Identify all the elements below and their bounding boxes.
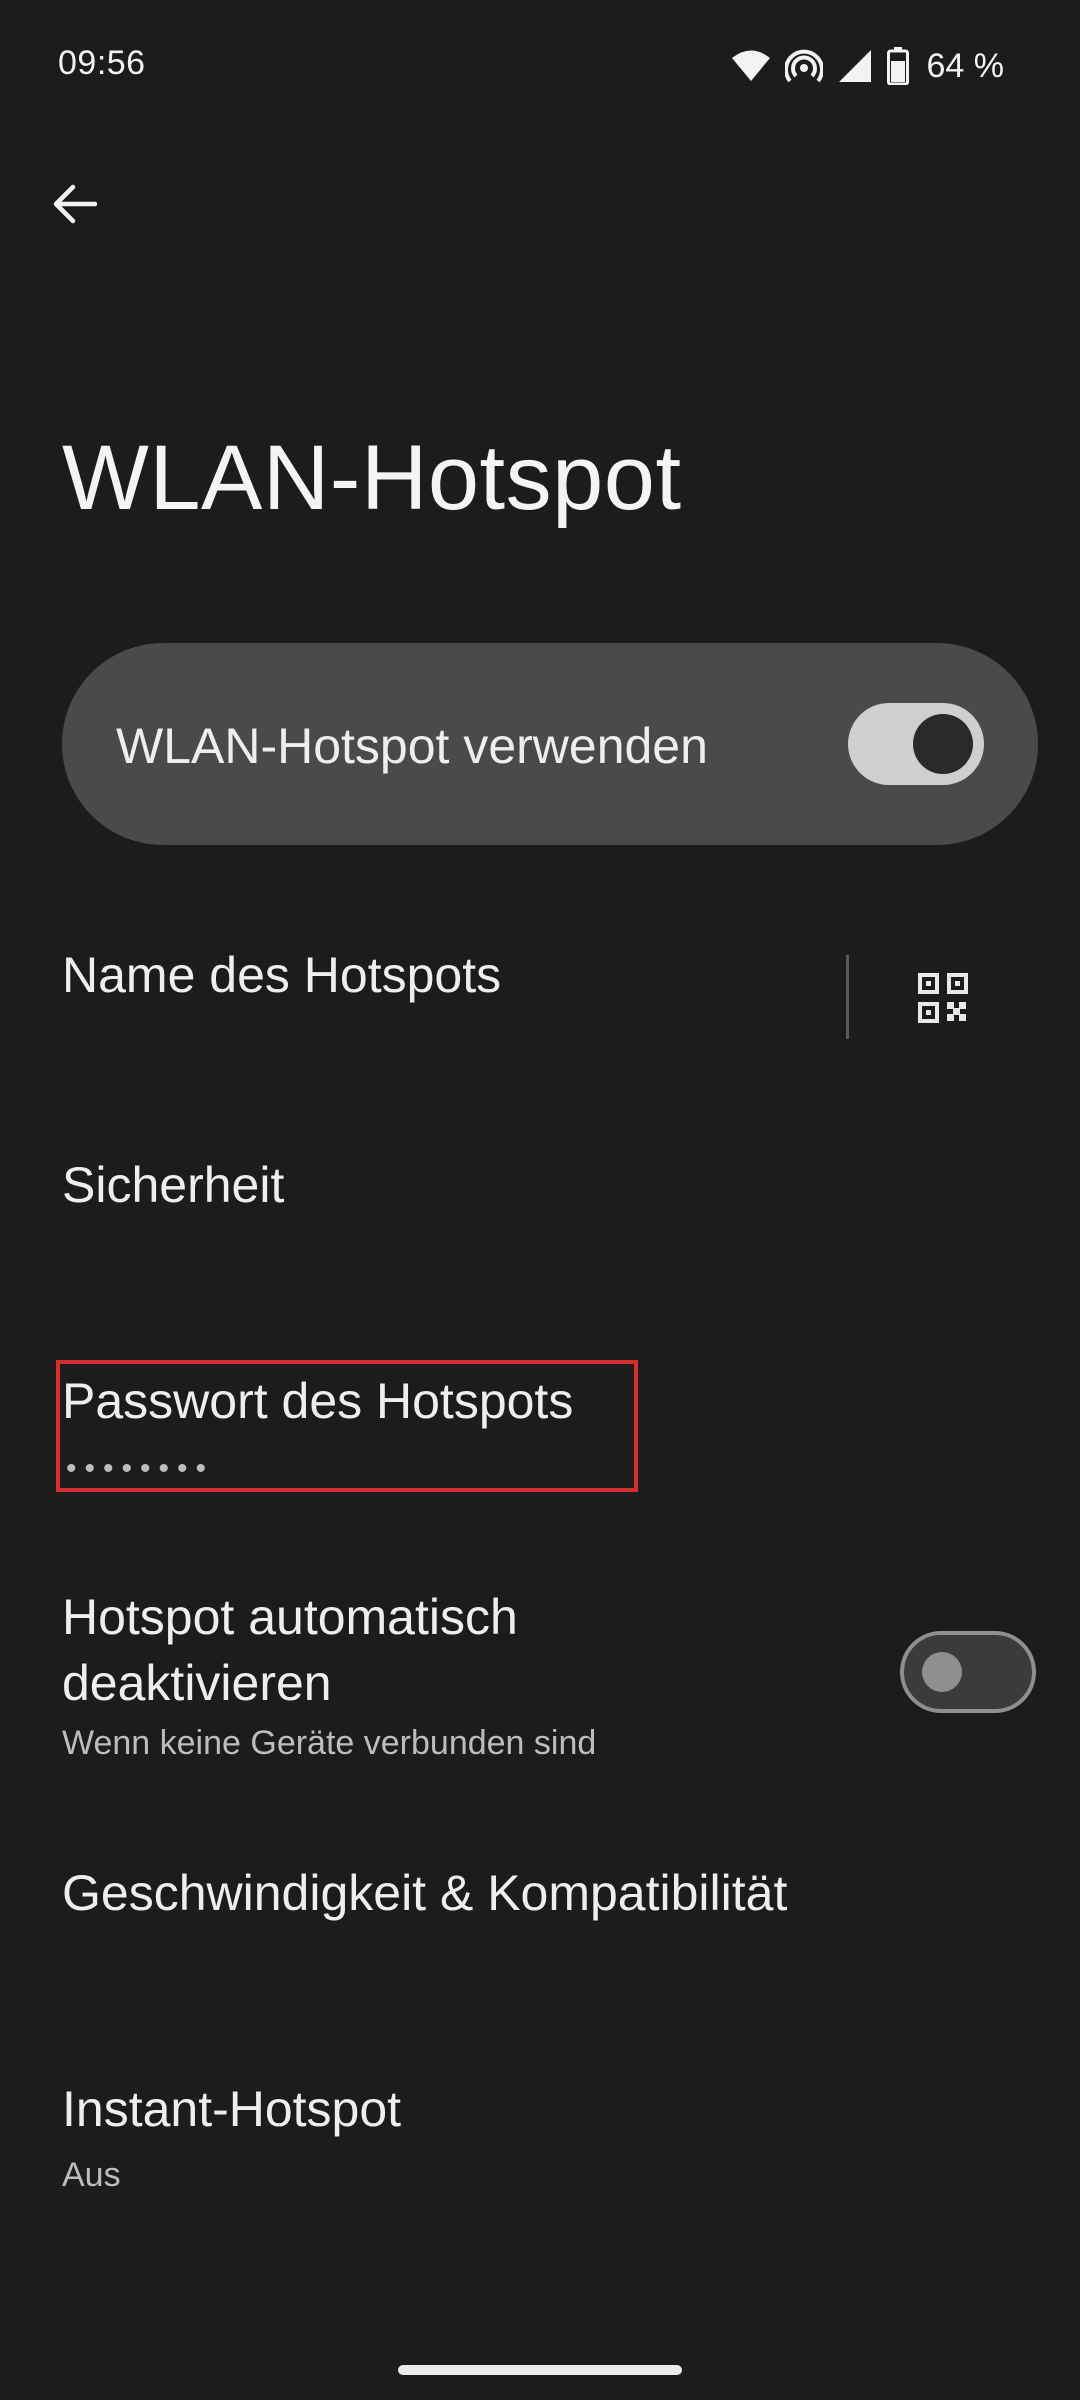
divider xyxy=(846,955,849,1039)
gesture-nav-handle[interactable] xyxy=(398,2365,682,2375)
status-time: 09:56 xyxy=(58,44,146,82)
pref-instant-hotspot[interactable]: Instant-Hotspot Aus xyxy=(0,2020,1080,2220)
hotspot-master-switch[interactable]: WLAN-Hotspot verwenden xyxy=(62,643,1038,845)
battery-icon xyxy=(886,47,909,85)
page-title: WLAN-Hotspot xyxy=(62,427,682,529)
toggle-knob xyxy=(913,714,973,774)
hotspot-name-title: Name des Hotspots xyxy=(62,947,502,1003)
battery-percentage: 64 % xyxy=(926,46,1005,85)
hotspot-icon xyxy=(784,47,823,85)
wifi-icon xyxy=(731,49,771,83)
auto-off-toggle-switch[interactable] xyxy=(900,1631,1036,1713)
security-title: Sicherheit xyxy=(62,1157,285,1213)
signal-icon xyxy=(837,49,873,83)
password-title: Passwort des Hotspots xyxy=(62,1373,574,1429)
status-bar: 09:56 64 % xyxy=(0,0,1080,130)
pref-auto-off[interactable]: Hotspot automatisch deaktivieren Wenn ke… xyxy=(0,1560,1080,1790)
auto-off-title-line1: Hotspot automatisch xyxy=(62,1589,518,1645)
share-qr-button[interactable] xyxy=(888,950,998,1050)
speed-title: Geschwindigkeit & Kompatibilität xyxy=(62,1865,788,1921)
arrow-back-icon xyxy=(51,183,98,230)
instant-hotspot-summary: Aus xyxy=(62,2156,121,2194)
master-switch-label: WLAN-Hotspot verwenden xyxy=(116,718,708,774)
pref-security[interactable]: Sicherheit xyxy=(0,1110,1080,1260)
password-masked-value: •••••••• xyxy=(66,1452,215,1485)
pref-speed-compatibility[interactable]: Geschwindigkeit & Kompatibilität xyxy=(0,1820,1080,1970)
pref-password[interactable]: Passwort des Hotspots xyxy=(0,1330,1080,1520)
back-button[interactable] xyxy=(34,166,114,246)
status-icons: 64 % xyxy=(731,44,1005,88)
master-toggle-switch[interactable] xyxy=(848,703,984,785)
auto-off-summary: Wenn keine Geräte verbunden sind xyxy=(62,1724,597,1762)
auto-off-title-line2: deaktivieren xyxy=(62,1655,332,1711)
instant-hotspot-title: Instant-Hotspot xyxy=(62,2081,402,2137)
toggle-knob xyxy=(922,1652,962,1692)
qr-code-icon xyxy=(918,972,968,1028)
